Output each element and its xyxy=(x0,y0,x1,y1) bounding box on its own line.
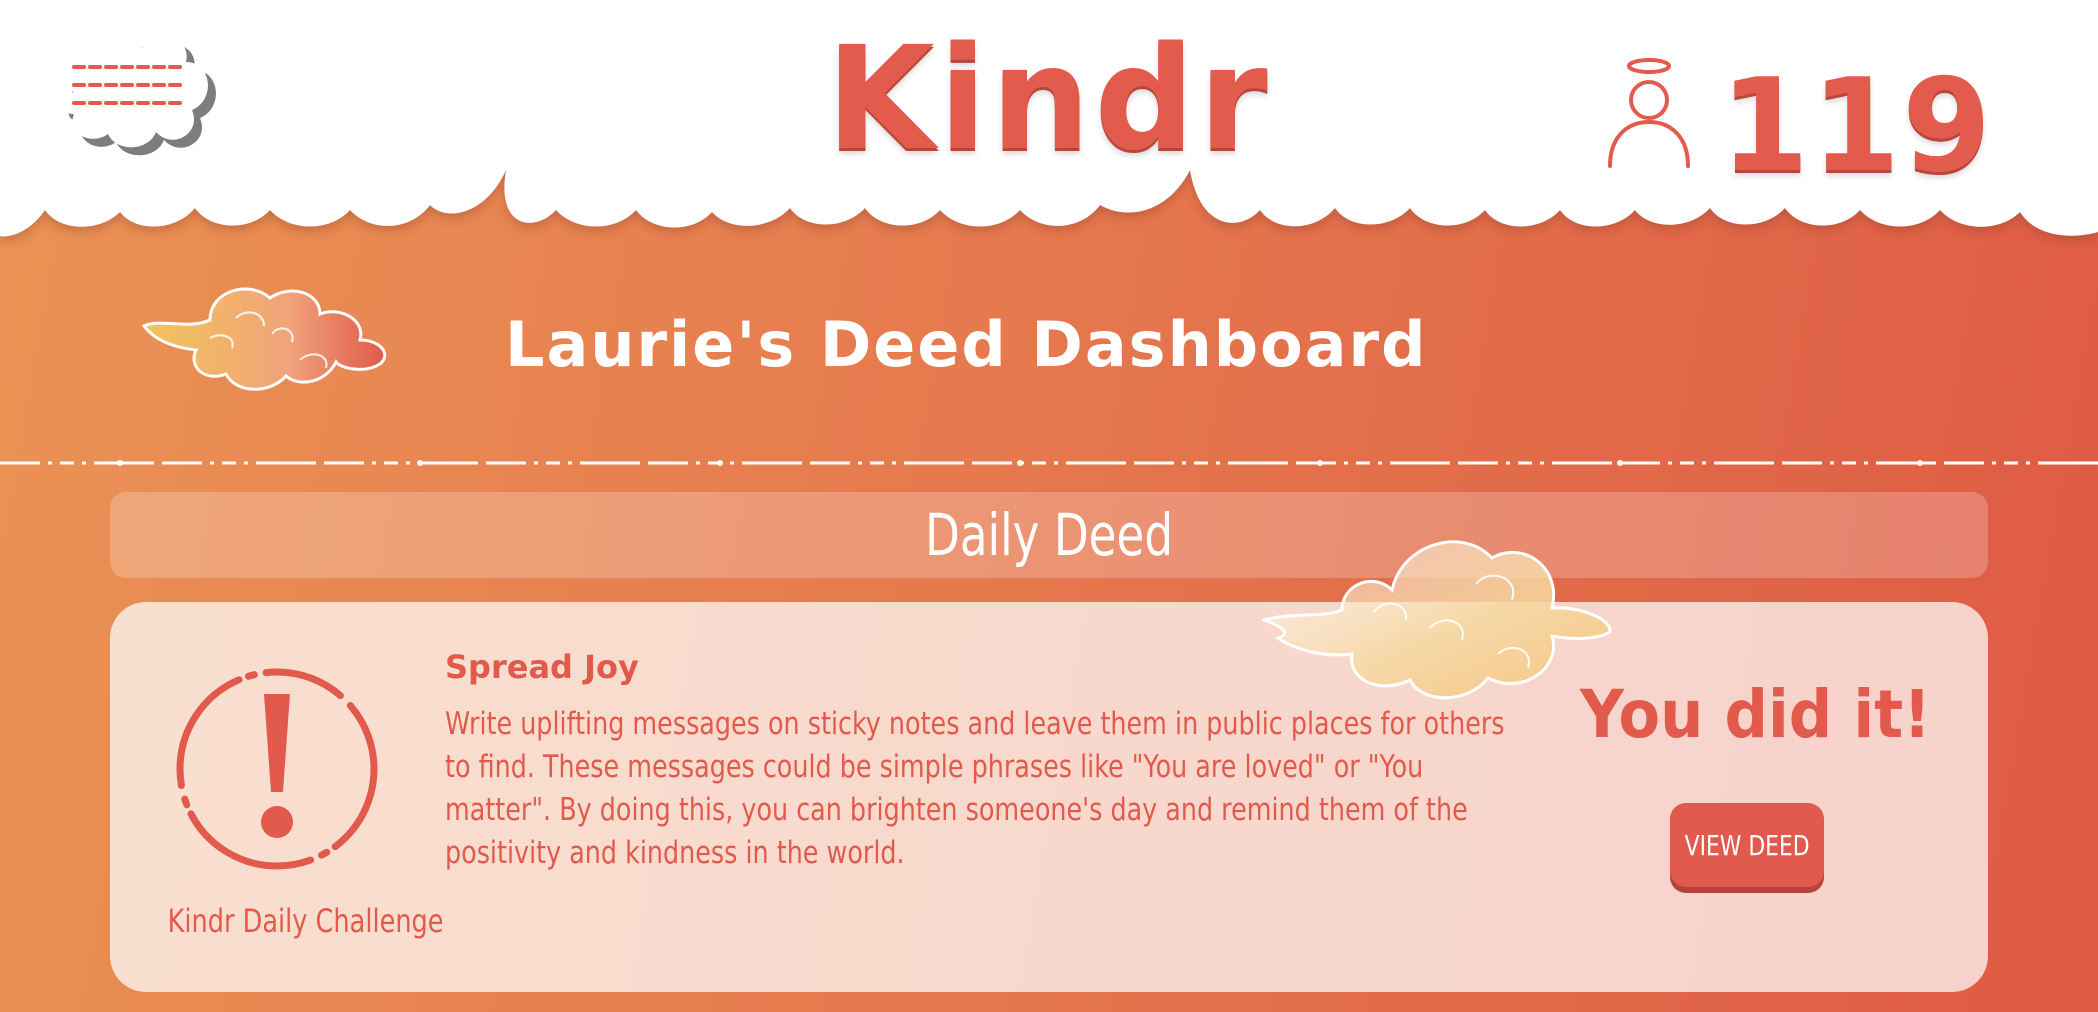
decorative-cloud-icon xyxy=(1262,540,1612,700)
angel-profile-icon xyxy=(1608,58,1690,168)
top-header: Kindr 119 xyxy=(0,0,2098,250)
daily-deed-heading: Daily Deed xyxy=(924,501,1174,569)
completion-status: You did it! xyxy=(1580,676,1931,753)
daily-deed-banner: Daily Deed xyxy=(110,492,1988,578)
view-deed-button[interactable]: VIEW DEED xyxy=(1670,803,1824,887)
dashboard-title: Laurie's Deed Dashboard xyxy=(505,308,1428,381)
deed-title: Spread Joy xyxy=(445,648,639,686)
deed-description: Write uplifting messages on sticky notes… xyxy=(445,706,1505,871)
points-counter: 119 xyxy=(1720,52,1994,201)
dashed-divider xyxy=(0,460,2098,466)
view-deed-label: VIEW DEED xyxy=(1684,828,1810,862)
exclamation-icon xyxy=(176,668,378,870)
profile-button[interactable] xyxy=(1604,56,1694,171)
challenge-label: Kindr Daily Challenge xyxy=(167,902,444,940)
decorative-cloud-icon xyxy=(141,287,387,391)
